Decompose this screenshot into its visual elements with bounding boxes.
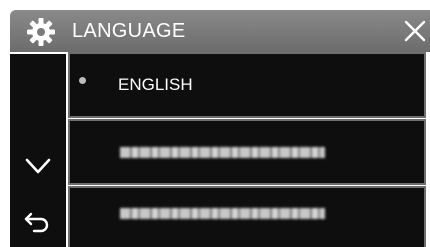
back-arrow-icon[interactable]	[23, 212, 51, 234]
language-option[interactable]	[68, 186, 426, 247]
chevron-down-icon[interactable]	[25, 158, 51, 174]
language-option[interactable]	[68, 119, 426, 185]
selected-indicator	[79, 77, 86, 84]
language-screen: LANGUAGE ENGLISH	[0, 0, 430, 247]
page-title: LANGUAGE	[72, 20, 186, 42]
language-option-label: ENGLISH	[118, 75, 193, 94]
language-option-label-obscured	[120, 147, 325, 158]
right-edge	[426, 52, 430, 247]
side-navigation	[10, 54, 66, 247]
close-icon[interactable]	[404, 19, 426, 43]
language-option-english[interactable]: ENGLISH	[68, 52, 426, 118]
language-option-label-obscured	[120, 208, 325, 219]
gear-icon	[27, 18, 55, 46]
header-bar: LANGUAGE	[10, 10, 430, 52]
